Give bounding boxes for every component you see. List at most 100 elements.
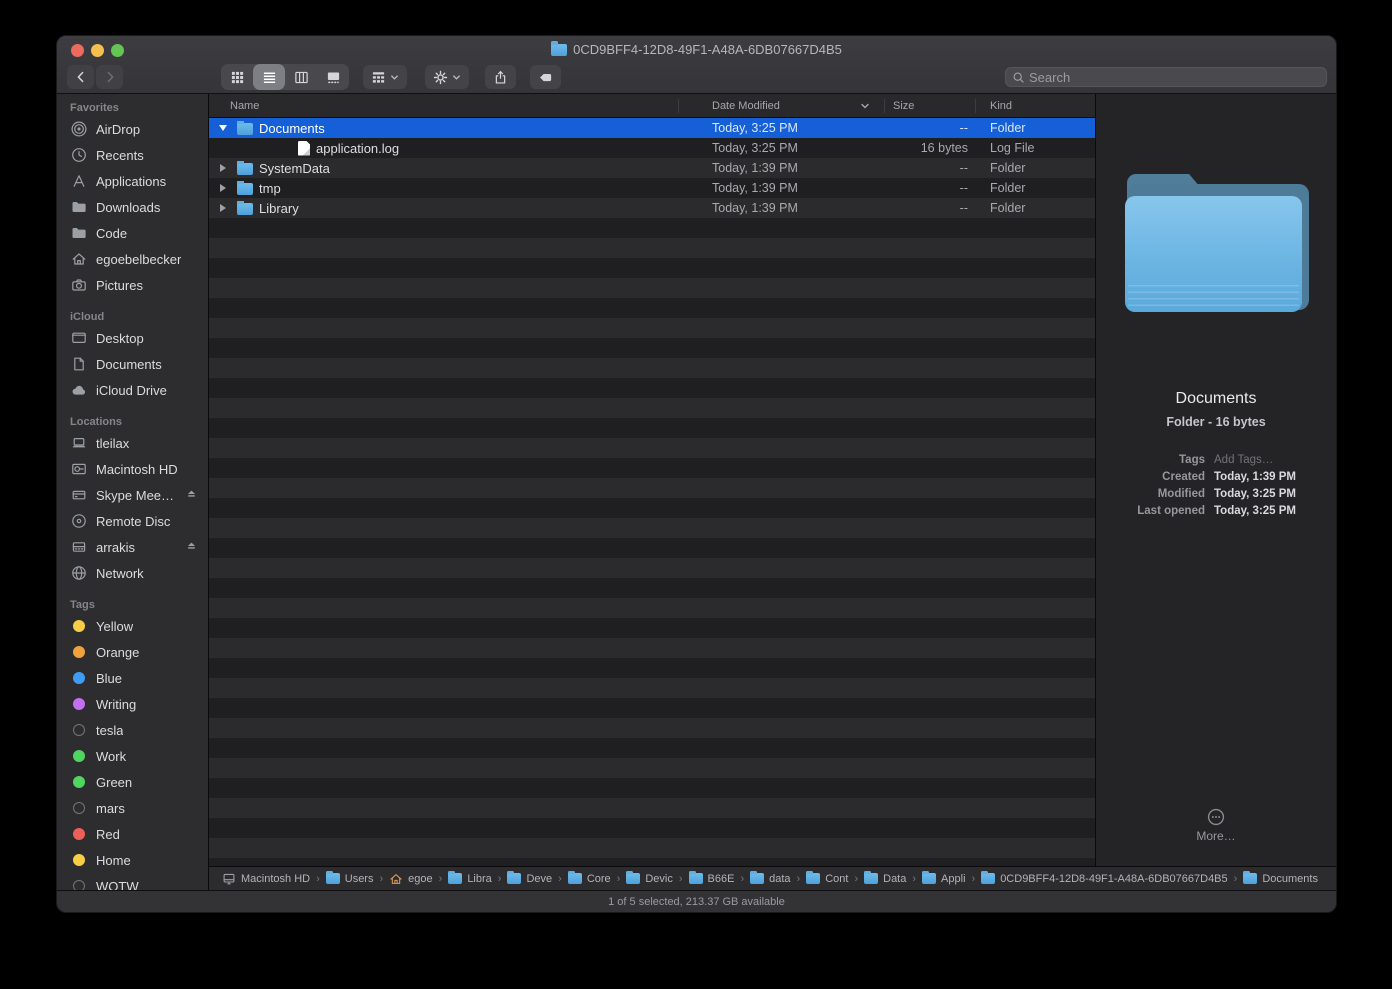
sidebar-item-writing[interactable]: Writing [57,691,208,717]
file-row-systemdata[interactable]: SystemDataToday, 1:39 PM--Folder [209,158,1095,178]
path-segment-libra[interactable]: Libra [448,873,491,885]
sidebar-item-downloads[interactable]: Downloads [57,194,208,220]
empty-row [209,338,1095,358]
column-header-label: Date Modified [712,100,780,112]
path-segment-cont[interactable]: Cont [806,873,848,885]
path-segment-data[interactable]: data [750,873,790,885]
path-segment-egoe[interactable]: egoe [389,872,432,886]
path-segment-deve[interactable]: Deve [507,873,552,885]
sidebar-item-green[interactable]: Green [57,769,208,795]
icon-view-button[interactable] [221,64,253,90]
more-label: More… [1196,829,1235,843]
disclosure-triangle-icon[interactable] [216,125,230,131]
file-size: 16 bytes [884,141,975,155]
sidebar-item-blue[interactable]: Blue [57,665,208,691]
empty-row [209,618,1095,638]
file-row-application-log[interactable]: application.logToday, 3:25 PM16 bytesLog… [209,138,1095,158]
column-header-name[interactable]: Name [209,100,712,112]
empty-row [209,298,1095,318]
column-header-date-modified[interactable]: Date Modified [712,100,884,112]
sidebar-item-icloud-drive[interactable]: iCloud Drive [57,377,208,403]
back-button[interactable] [67,65,94,89]
sidebar-item-red[interactable]: Red [57,821,208,847]
meta-value[interactable]: Add Tags… [1214,454,1273,466]
file-date-modified: Today, 1:39 PM [712,161,884,175]
sidebar-item-egoebelbecker[interactable]: egoebelbecker [57,246,208,272]
sidebar-item-arrakis[interactable]: arrakis [57,534,208,560]
status-text: 1 of 5 selected, 213.37 GB available [608,896,785,908]
sidebar-item-tleilax[interactable]: tleilax [57,430,208,456]
eject-icon[interactable] [185,539,199,555]
path-segment-0cd9bff4-12d8-49f1-a48a-6db07667d4b5[interactable]: 0CD9BFF4-12D8-49F1-A48A-6DB07667D4B5 [981,873,1227,885]
empty-row [209,778,1095,798]
sidebar-item-macintosh-hd[interactable]: Macintosh HD [57,456,208,482]
applications-icon [70,173,88,189]
share-button[interactable] [485,65,516,89]
path-segment-data[interactable]: Data [864,873,906,885]
disclosure-triangle-icon[interactable] [216,184,230,192]
sidebar-item-remote-disc[interactable]: Remote Disc [57,508,208,534]
sidebar-item-desktop[interactable]: Desktop [57,325,208,351]
tags-button[interactable] [530,65,561,89]
file-row-library[interactable]: LibraryToday, 1:39 PM--Folder [209,198,1095,218]
sidebar-section-favorites: FavoritesAirDropRecentsApplicationsDownl… [57,102,208,298]
path-separator: › [797,873,801,885]
sidebar-item-applications[interactable]: Applications [57,168,208,194]
chevron-left-icon [74,70,88,84]
path-segment-b66e[interactable]: B66E [689,873,735,885]
file-icon [298,141,310,156]
sidebar-item-work[interactable]: Work [57,743,208,769]
empty-row [209,858,1095,866]
sidebar-item-mars[interactable]: mars [57,795,208,821]
empty-row [209,718,1095,738]
path-segment-devic[interactable]: Devic [626,873,673,885]
sidebar-item-skype-mee[interactable]: Skype Mee… [57,482,208,508]
tag-color-icon [73,880,85,890]
column-divider[interactable] [884,99,885,113]
sidebar-item-pictures[interactable]: Pictures [57,272,208,298]
sidebar-item-tesla[interactable]: tesla [57,717,208,743]
sidebar-item-airdrop[interactable]: AirDrop [57,116,208,142]
group-button[interactable] [363,65,407,89]
search-field[interactable] [1005,67,1327,87]
file-name: application.log [316,141,399,156]
column-divider[interactable] [975,99,976,113]
sidebar-item-home[interactable]: Home [57,847,208,873]
forward-button[interactable] [96,65,123,89]
more-button[interactable]: More… [1096,808,1336,843]
sidebar-item-wotw[interactable]: WOTW [57,873,208,890]
column-header-kind[interactable]: Kind [975,100,1095,112]
folder-icon [70,199,88,215]
search-input[interactable] [1029,70,1320,85]
path-segment-documents[interactable]: Documents [1243,873,1318,885]
action-menu-button[interactable] [425,65,469,89]
path-segment-core[interactable]: Core [568,873,611,885]
sidebar-item-label: Writing [96,697,136,712]
disclosure-triangle-icon[interactable] [216,204,230,212]
path-segment-appli[interactable]: Appli [922,873,965,885]
column-header-size[interactable]: Size [884,100,975,112]
sidebar-item-recents[interactable]: Recents [57,142,208,168]
file-row-documents[interactable]: DocumentsToday, 3:25 PM--Folder [209,118,1095,138]
empty-row [209,538,1095,558]
file-date-modified: Today, 1:39 PM [712,201,884,215]
sidebar-item-yellow[interactable]: Yellow [57,613,208,639]
sidebar-item-code[interactable]: Code [57,220,208,246]
sidebar-item-documents[interactable]: Documents [57,351,208,377]
sidebar-item-network[interactable]: Network [57,560,208,586]
column-divider[interactable] [678,99,679,113]
column-view-button[interactable] [285,64,317,90]
sidebar-item-label: AirDrop [96,122,140,137]
path-segment-macintosh-hd[interactable]: Macintosh HD [222,872,310,886]
disclosure-triangle-icon[interactable] [216,164,230,172]
empty-row [209,738,1095,758]
list-view-button[interactable] [253,64,285,90]
file-row-tmp[interactable]: tmpToday, 1:39 PM--Folder [209,178,1095,198]
folder-icon [237,123,253,135]
tag-color-icon [73,698,85,710]
gallery-view-button[interactable] [317,64,349,90]
sidebar-item-label: Green [96,775,132,790]
sidebar-item-orange[interactable]: Orange [57,639,208,665]
path-segment-users[interactable]: Users [326,873,374,885]
eject-icon[interactable] [185,487,199,503]
